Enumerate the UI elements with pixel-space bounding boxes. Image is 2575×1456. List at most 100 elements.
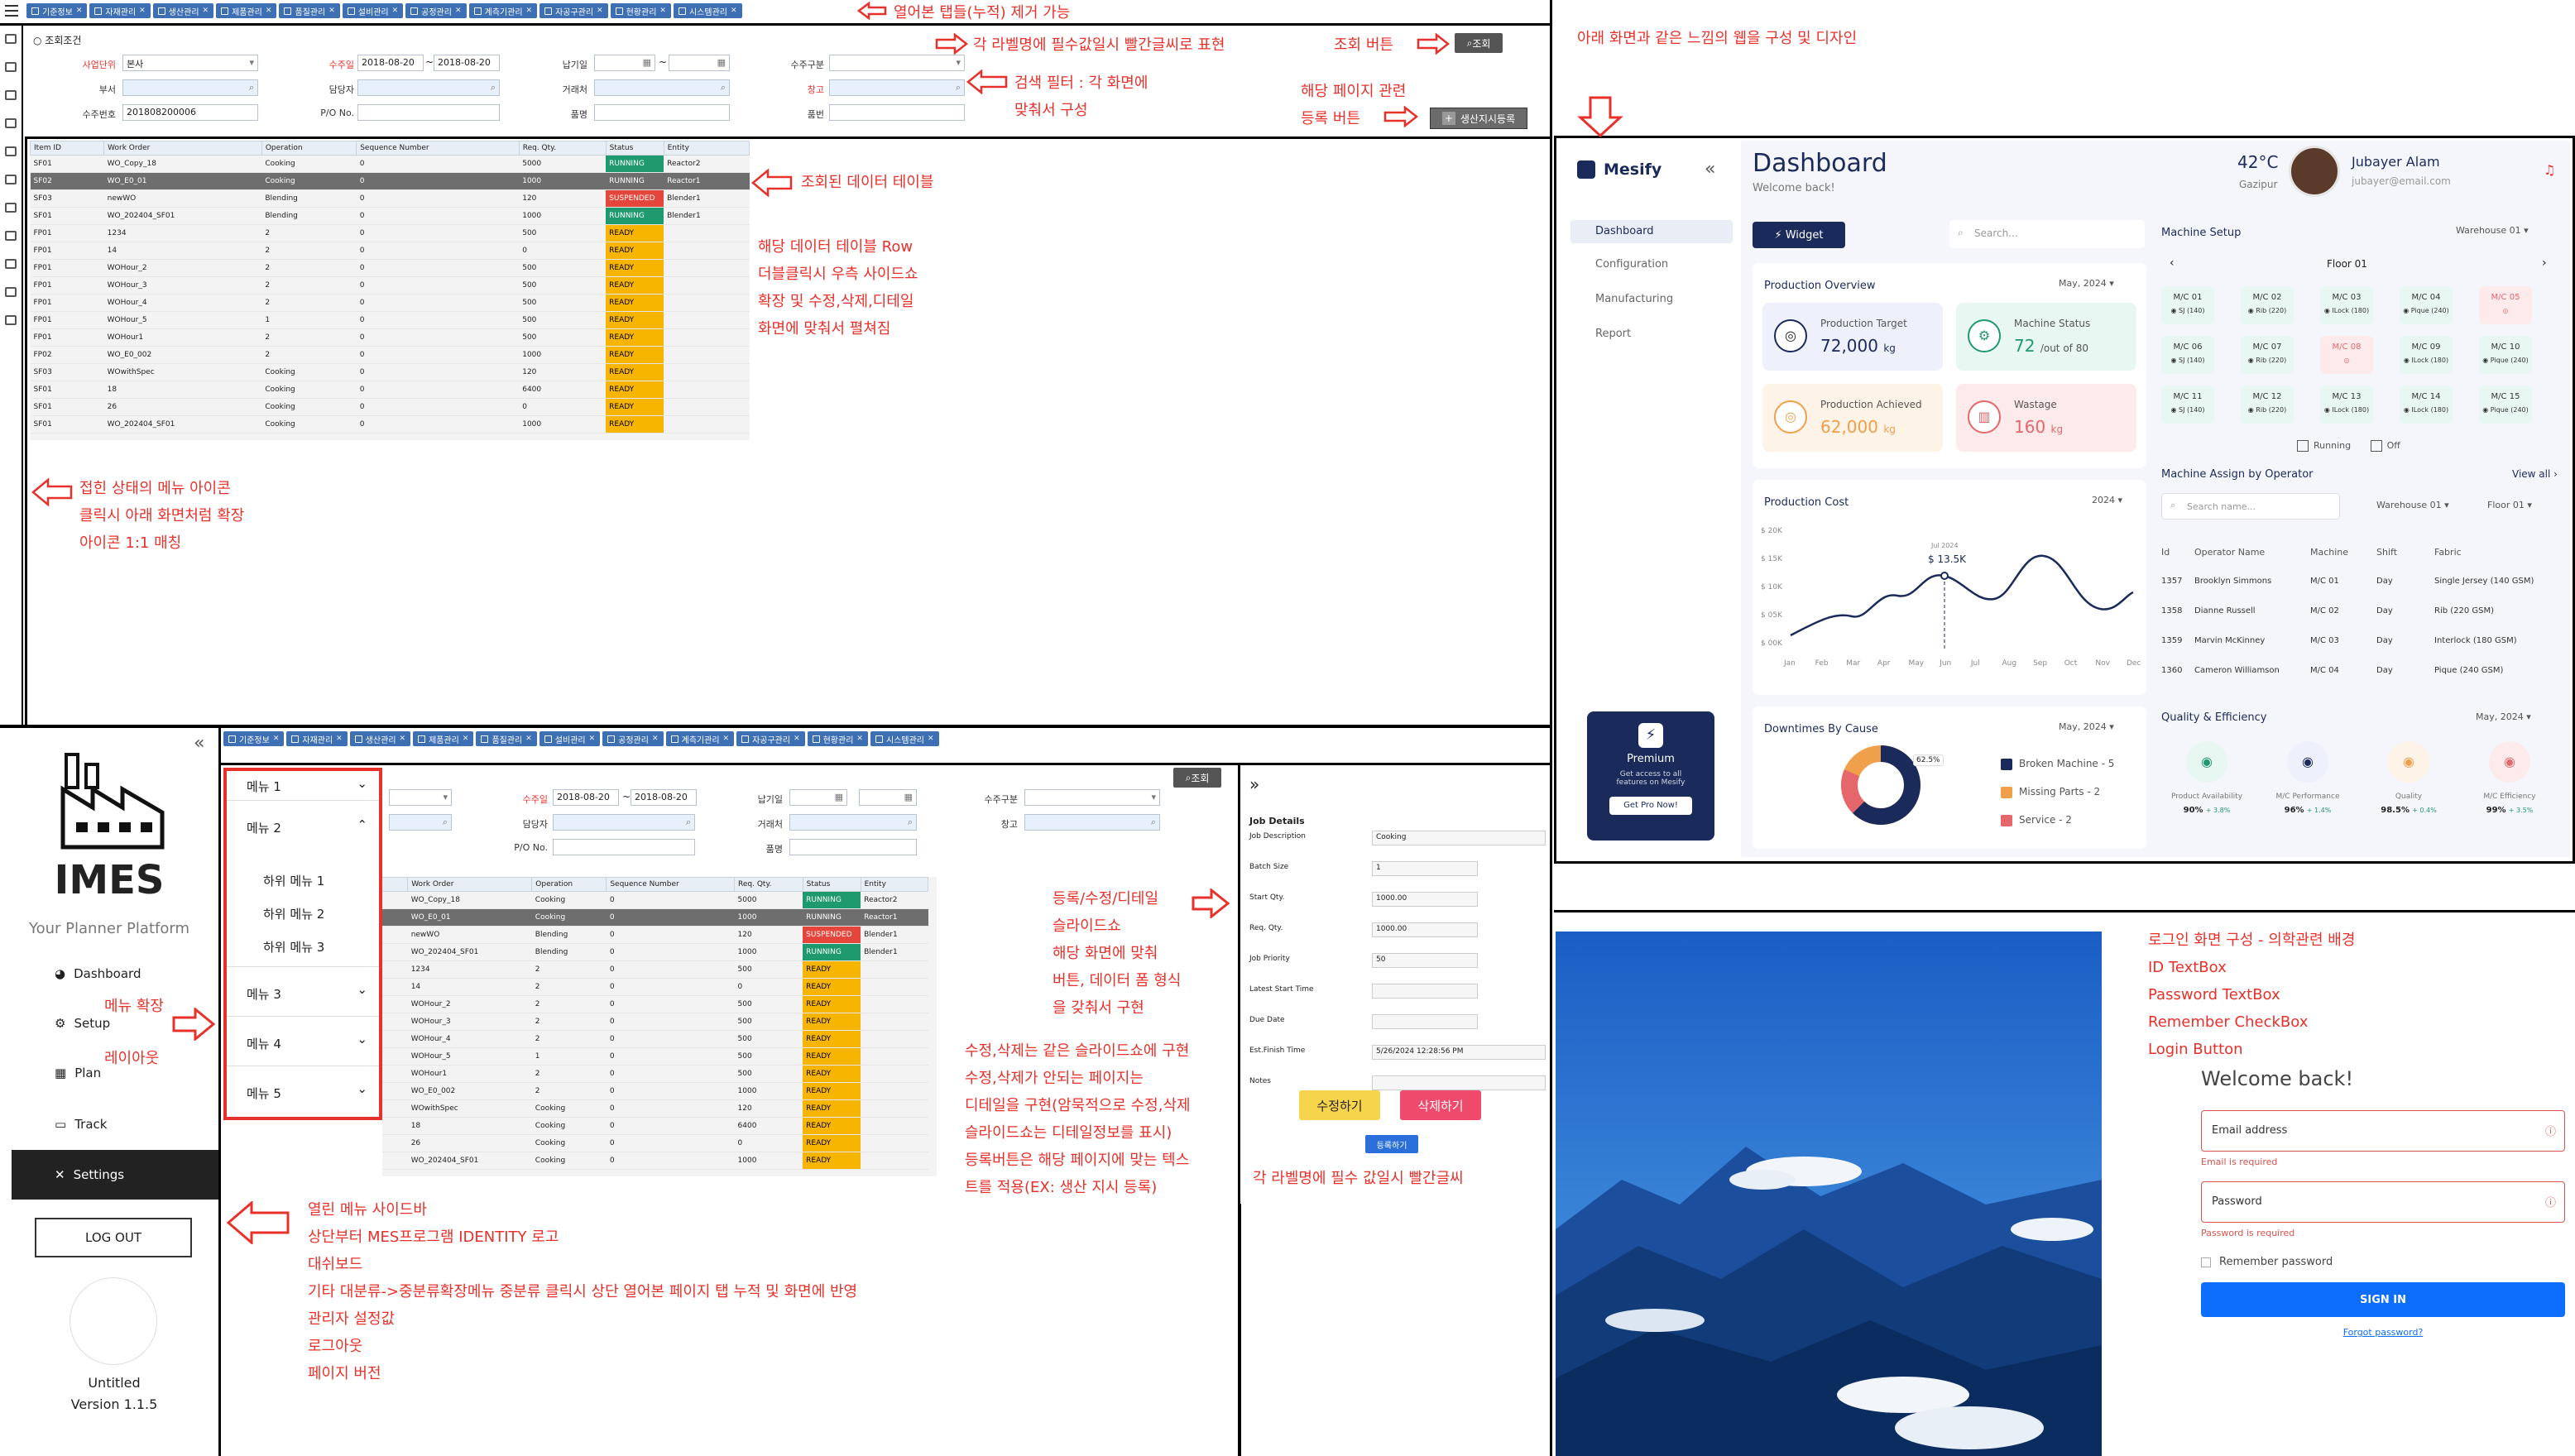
table-header[interactable]: Operation bbox=[531, 877, 607, 892]
close-icon[interactable]: ✕ bbox=[526, 7, 533, 15]
menu-1[interactable]: 메뉴 1 ⌄ bbox=[227, 771, 379, 801]
tab-3[interactable]: 제품관리 ✕ bbox=[216, 3, 277, 18]
collapse-icon[interactable]: « bbox=[1705, 159, 1715, 180]
machine-cell[interactable]: M/C 08 ◎ bbox=[2320, 336, 2373, 374]
table-row[interactable]: FP01WOHour_220500READY bbox=[382, 995, 928, 1013]
table-header[interactable]: Status bbox=[802, 877, 861, 892]
logout-button[interactable]: LOG OUT bbox=[35, 1218, 192, 1257]
assign-wh-select[interactable]: Warehouse 01 ▾ bbox=[2376, 500, 2449, 510]
close-icon[interactable]: ✕ bbox=[266, 7, 272, 15]
dash-search[interactable]: ⌕ Search... bbox=[1949, 220, 2145, 248]
table-row[interactable]: SF01WO_202404_SF01Blending01000RUNNINGBl… bbox=[30, 207, 750, 225]
slide-expand-icon[interactable]: » bbox=[1249, 774, 1259, 794]
folder-icon[interactable] bbox=[5, 62, 17, 72]
hamburger-icon[interactable] bbox=[5, 5, 18, 17]
forgot-password-link[interactable]: Forgot password? bbox=[2201, 1327, 2565, 1338]
tab-9[interactable]: 현황관리 ✕ bbox=[807, 731, 868, 746]
order-no-input[interactable]: 201808200006 bbox=[122, 104, 258, 121]
job-field-input[interactable]: Cooking bbox=[1372, 831, 1546, 845]
table-row[interactable]: FP01WOHour_510500READY bbox=[382, 1047, 928, 1066]
machine-cell[interactable]: M/C 13 ◉ ILock (180) bbox=[2320, 386, 2373, 424]
order-type-select-b[interactable]: ▾ bbox=[1024, 789, 1160, 806]
nav-configuration[interactable]: Configuration bbox=[1595, 258, 1668, 271]
table-header[interactable]: Work Order bbox=[407, 877, 533, 892]
remember-checkbox[interactable]: Remember password bbox=[2201, 1256, 2333, 1268]
machine-cell[interactable]: M/C 11 ◉ SJ (140) bbox=[2161, 386, 2214, 424]
premium-button[interactable]: Get Pro Now! bbox=[1609, 797, 1692, 815]
warehouse-input-b[interactable]: ⌕ bbox=[1024, 814, 1160, 831]
table-row[interactable]: SF01WO_202404_SF01Blending01000RUNNINGBl… bbox=[382, 943, 928, 961]
close-icon[interactable]: ✕ bbox=[928, 735, 934, 743]
table-row[interactable]: SF01WO_Copy_18Cooking05000RUNNINGReactor… bbox=[382, 891, 928, 909]
close-icon[interactable]: ✕ bbox=[856, 735, 863, 743]
machine-cell[interactable]: M/C 12 ◉ Rib (220) bbox=[2241, 386, 2294, 424]
widget-button[interactable]: ⚡ Widget bbox=[1753, 222, 1845, 248]
table-row[interactable]: FP01WOHour_220500READY bbox=[30, 259, 750, 277]
client-input[interactable]: ⌕ bbox=[594, 79, 730, 96]
close-icon[interactable]: ✕ bbox=[392, 7, 399, 15]
due-date-to[interactable]: ▦ bbox=[669, 55, 730, 71]
downtime-month[interactable]: May, 2024 ▾ bbox=[2059, 721, 2114, 732]
password-field[interactable]: Password ⓘ bbox=[2201, 1181, 2565, 1223]
order-date-from[interactable]: 2018-08-20 bbox=[357, 55, 424, 71]
table-row[interactable]: SF0126Cooking00READY bbox=[382, 1134, 928, 1152]
product-input[interactable] bbox=[594, 104, 730, 121]
due-date-from[interactable]: ▦ bbox=[594, 55, 655, 71]
client-input-b[interactable]: ⌕ bbox=[789, 814, 917, 831]
menu-2[interactable]: 메뉴 2 ⌃ bbox=[227, 809, 379, 842]
table-row[interactable]: SF03WOwithSpecCooking0120READY bbox=[30, 363, 750, 381]
warehouse-input[interactable]: ⌕ bbox=[829, 79, 965, 96]
table-row[interactable]: SF02WO_E0_01Cooking01000RUNNINGReactor1 bbox=[30, 172, 750, 190]
table-row[interactable]: FP0114200READY bbox=[382, 978, 928, 996]
assign-row[interactable]: 1360 Cameron Williamson M/C 04 Day Pique (24… bbox=[2161, 655, 2550, 685]
job-field-input[interactable] bbox=[1372, 1075, 1546, 1090]
tab-3[interactable]: 제품관리 ✕ bbox=[413, 731, 474, 746]
dept-input[interactable]: ⌕ bbox=[122, 79, 258, 96]
machine-cell[interactable]: M/C 05 ◎ bbox=[2479, 286, 2532, 324]
nav-dashboard-bl[interactable]: ◕ Dashboard bbox=[55, 966, 141, 981]
due-date-from-b[interactable]: ▦ bbox=[789, 789, 847, 806]
tab-10[interactable]: 시스템관리 ✕ bbox=[673, 3, 742, 18]
nav-report[interactable]: Report bbox=[1595, 328, 1631, 340]
assign-row[interactable]: 1359 Marvin McKinney M/C 03 Day Interlock (1… bbox=[2161, 625, 2550, 655]
tab-5[interactable]: 설비관리 ✕ bbox=[539, 731, 601, 746]
machine-cell[interactable]: M/C 15 ◉ Pique (240) bbox=[2479, 386, 2532, 424]
gear-icon[interactable] bbox=[5, 259, 17, 269]
assign-search[interactable]: ⌕ Search name... bbox=[2161, 493, 2340, 520]
table-row[interactable]: SF03WOwithSpecCooking0120READY bbox=[382, 1099, 928, 1118]
search-button-b[interactable]: ⌕ 조회 bbox=[1173, 768, 1221, 788]
monitor-icon[interactable] bbox=[5, 90, 17, 100]
nav-track-bl[interactable]: ▭ Track bbox=[55, 1117, 107, 1132]
register-button-slide[interactable]: 등록하기 bbox=[1365, 1135, 1418, 1153]
profile-avatar[interactable] bbox=[70, 1277, 157, 1365]
tab-8[interactable]: 자공구관리 ✕ bbox=[736, 731, 805, 746]
business-unit-select-b[interactable]: ▾ bbox=[389, 789, 452, 806]
nav-dashboard[interactable]: Dashboard bbox=[1570, 220, 1733, 243]
table-row[interactable]: FP02WO_E0_002201000READY bbox=[382, 1082, 928, 1100]
edit-button[interactable]: 수정하기 bbox=[1299, 1090, 1380, 1120]
po-input[interactable] bbox=[357, 104, 500, 121]
chart-icon[interactable] bbox=[5, 118, 17, 128]
tab-7[interactable]: 계측기관리 ✕ bbox=[468, 3, 538, 18]
tab-4[interactable]: 품질관리 ✕ bbox=[279, 3, 340, 18]
table-row[interactable]: SF0118Cooking06400READY bbox=[382, 1117, 928, 1135]
order-date-to[interactable]: 2018-08-20 bbox=[434, 55, 500, 71]
menu-3[interactable]: 메뉴 3 ⌄ bbox=[227, 966, 379, 1013]
table-row[interactable]: FP01WOHour120500READY bbox=[30, 328, 750, 347]
nav-plan-bl[interactable]: ▦ Plan bbox=[55, 1066, 101, 1080]
close-icon[interactable]: ✕ bbox=[525, 735, 532, 743]
machine-cell[interactable]: M/C 01 ◉ SJ (140) bbox=[2161, 286, 2214, 324]
close-icon[interactable]: ✕ bbox=[455, 7, 462, 15]
tools-icon[interactable] bbox=[5, 231, 17, 241]
qe-month[interactable]: May, 2024 ▾ bbox=[2476, 711, 2531, 722]
order-date-from-b[interactable]: 2018-08-20 bbox=[553, 789, 619, 806]
close-icon[interactable]: ✕ bbox=[76, 7, 83, 15]
close-icon[interactable]: ✕ bbox=[203, 7, 209, 15]
close-icon[interactable]: ✕ bbox=[652, 735, 659, 743]
tab-7[interactable]: 계측기관리 ✕ bbox=[665, 731, 735, 746]
sidebar-collapse-icon[interactable]: « bbox=[194, 733, 204, 754]
tab-6[interactable]: 공정관리 ✕ bbox=[405, 3, 467, 18]
tab-2[interactable]: 생산관리 ✕ bbox=[152, 3, 214, 18]
close-icon[interactable]: ✕ bbox=[336, 735, 343, 743]
warehouse-select[interactable]: Warehouse 01 ▾ bbox=[2456, 225, 2529, 236]
